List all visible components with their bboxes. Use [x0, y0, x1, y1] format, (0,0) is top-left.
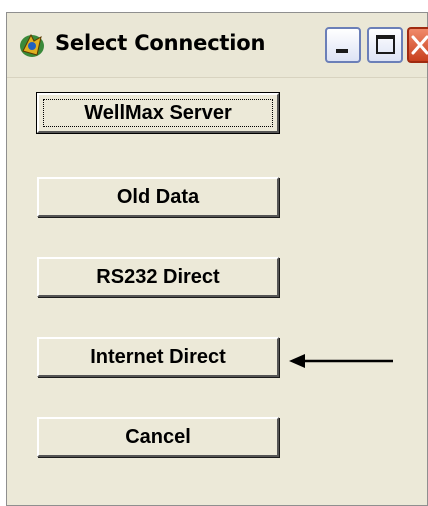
title-bar[interactable]: Select Connection: [7, 13, 428, 78]
old-data-button[interactable]: Old Data: [37, 177, 279, 217]
rs232-direct-button[interactable]: RS232 Direct: [37, 257, 279, 297]
minimize-icon[interactable]: [325, 27, 361, 63]
maximize-icon[interactable]: [367, 27, 403, 63]
internet-direct-button[interactable]: Internet Direct: [37, 337, 279, 377]
cancel-button[interactable]: Cancel: [37, 417, 279, 457]
arrow-left-icon: [287, 349, 397, 373]
window-title: Select Connection: [55, 31, 266, 55]
app-icon: [17, 31, 47, 61]
select-connection-dialog: Select Connection WellMax Server Old Dat…: [6, 12, 428, 506]
close-icon[interactable]: [407, 27, 428, 63]
wellmax-server-button[interactable]: WellMax Server: [36, 92, 280, 134]
